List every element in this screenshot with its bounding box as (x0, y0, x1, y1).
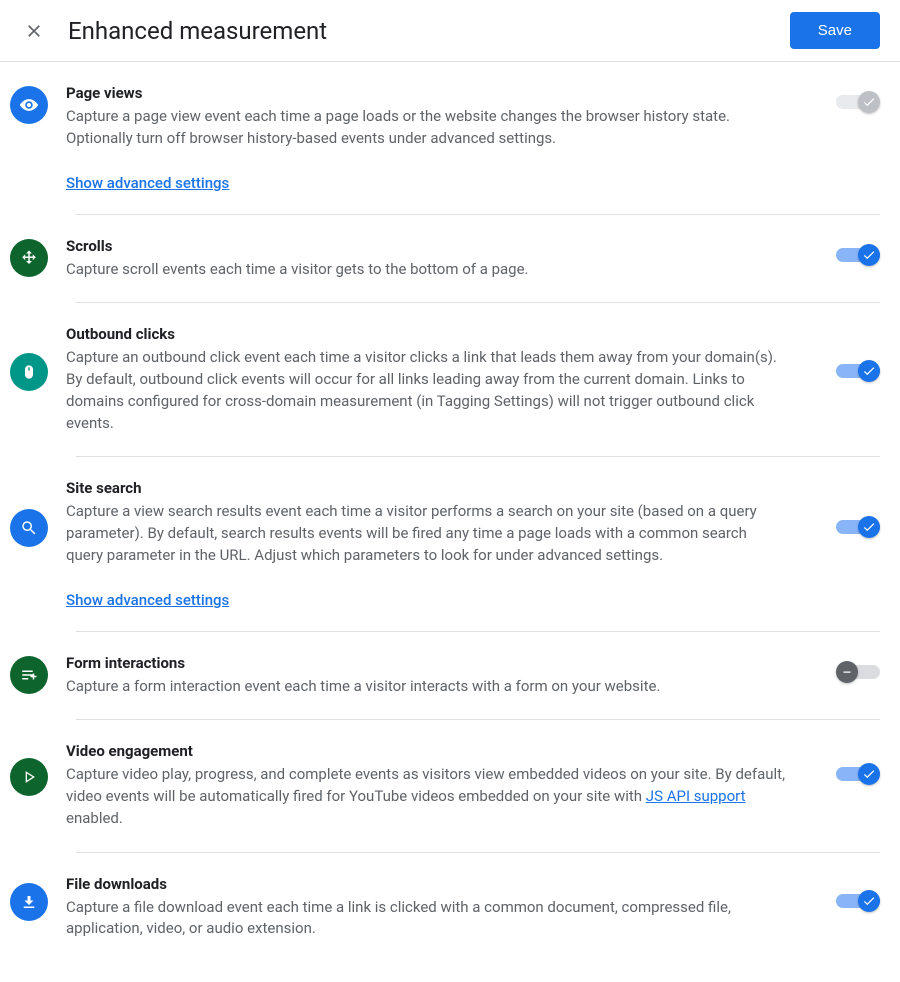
setting-title: Outbound clicks (66, 325, 818, 343)
toggle-file-downloads[interactable] (836, 889, 880, 913)
setting-row-scrolls: Scrolls Capture scroll events each time … (10, 215, 880, 303)
video-desc-post: enabled. (66, 809, 123, 827)
setting-row-page-views: Page views Capture a page view event eac… (10, 62, 880, 214)
setting-description: Capture scroll events each time a visito… (66, 259, 786, 281)
setting-description: Capture an outbound click event each tim… (66, 347, 786, 434)
download-icon (10, 883, 48, 921)
setting-row-video-engagement: Video engagement Capture video play, pro… (10, 720, 880, 851)
scroll-icon (10, 239, 48, 277)
check-icon (862, 894, 876, 908)
setting-row-outbound-clicks: Outbound clicks Capture an outbound clic… (10, 303, 880, 456)
check-icon (862, 767, 876, 781)
search-icon (10, 509, 48, 547)
close-icon (24, 21, 44, 41)
toggle-form-interactions[interactable] (836, 660, 880, 684)
toggle-site-search[interactable] (836, 515, 880, 539)
setting-title: Scrolls (66, 237, 818, 255)
setting-title: Site search (66, 479, 818, 497)
setting-title: Page views (66, 84, 818, 102)
toggle-outbound-clicks[interactable] (836, 359, 880, 383)
setting-description: Capture a view search results event each… (66, 501, 786, 566)
panel-header: Enhanced measurement Save (0, 0, 900, 62)
check-icon (862, 248, 876, 262)
setting-row-form-interactions: Form interactions Capture a form interac… (10, 632, 880, 720)
save-button[interactable]: Save (790, 12, 880, 49)
js-api-support-link[interactable]: JS API support (646, 787, 746, 805)
setting-row-site-search: Site search Capture a view search result… (10, 457, 880, 630)
setting-description: Capture a file download event each time … (66, 897, 786, 941)
toggle-page-views (836, 90, 880, 114)
eye-icon (10, 86, 48, 124)
form-icon (10, 656, 48, 694)
setting-title: Form interactions (66, 654, 818, 672)
setting-title: Video engagement (66, 742, 818, 760)
toggle-scrolls[interactable] (836, 243, 880, 267)
close-button[interactable] (20, 17, 48, 45)
show-advanced-settings-link[interactable]: Show advanced settings (66, 174, 229, 192)
check-icon (862, 520, 876, 534)
setting-description: Capture video play, progress, and comple… (66, 764, 786, 829)
panel-title: Enhanced measurement (68, 17, 770, 45)
play-icon (10, 758, 48, 796)
toggle-video-engagement[interactable] (836, 762, 880, 786)
setting-row-file-downloads: File downloads Capture a file download e… (10, 853, 880, 963)
check-icon (862, 95, 876, 109)
settings-list: Page views Capture a page view event eac… (0, 62, 900, 982)
setting-description: Capture a page view event each time a pa… (66, 106, 786, 150)
show-advanced-settings-link[interactable]: Show advanced settings (66, 591, 229, 609)
dash-icon (841, 666, 853, 678)
mouse-icon (10, 353, 48, 391)
check-icon (862, 364, 876, 378)
setting-description: Capture a form interaction event each ti… (66, 676, 786, 698)
setting-title: File downloads (66, 875, 818, 893)
